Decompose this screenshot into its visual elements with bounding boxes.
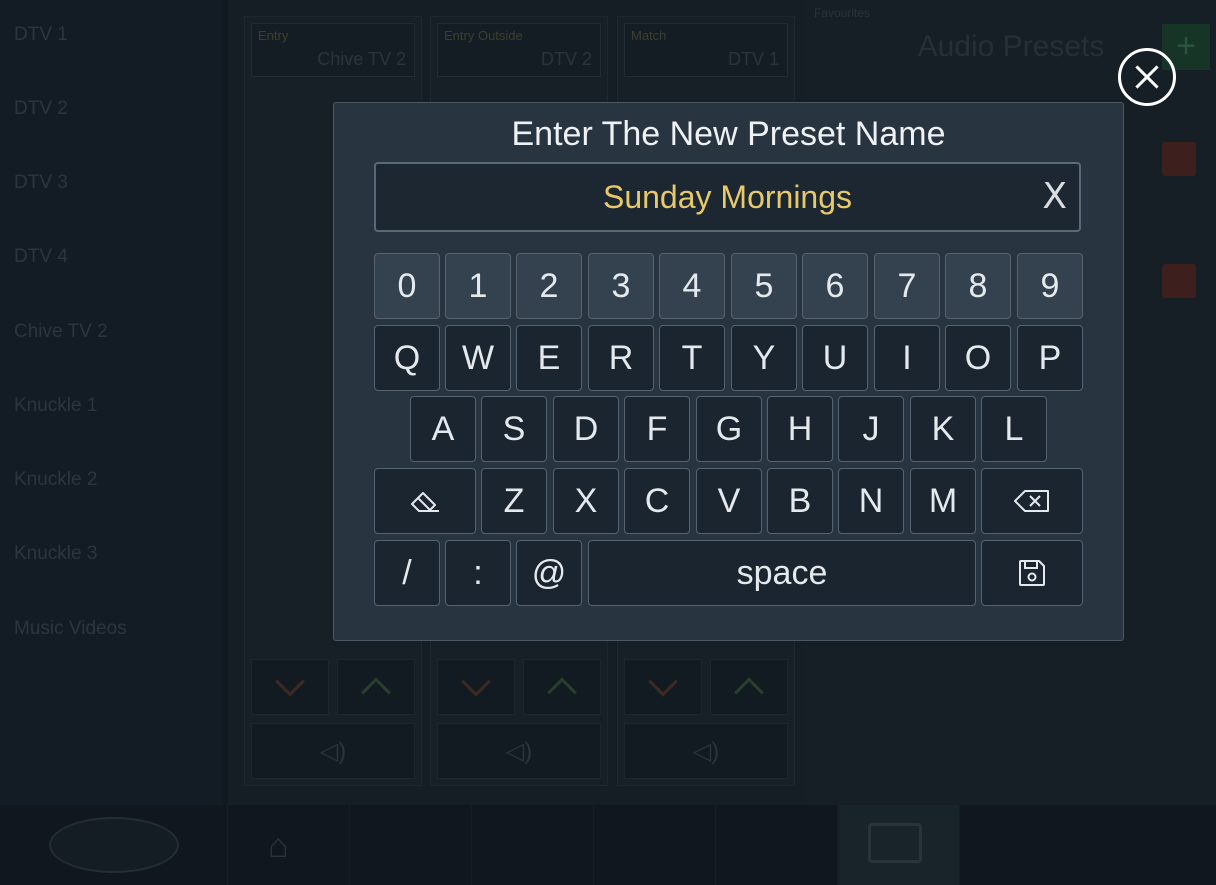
key-i[interactable]: I bbox=[874, 325, 940, 391]
preset-name-dialog: Enter The New Preset Name Sunday Morning… bbox=[333, 102, 1124, 641]
key-at[interactable]: @ bbox=[516, 540, 582, 606]
preset-name-value: Sunday Mornings bbox=[602, 179, 853, 215]
key-8[interactable]: 8 bbox=[945, 253, 1011, 319]
key-w[interactable]: W bbox=[445, 325, 511, 391]
key-7[interactable]: 7 bbox=[874, 253, 940, 319]
key-o[interactable]: O bbox=[945, 325, 1011, 391]
key-1[interactable]: 1 bbox=[445, 253, 511, 319]
save-key[interactable] bbox=[981, 540, 1083, 606]
key-colon[interactable]: : bbox=[445, 540, 511, 606]
space-key[interactable]: space bbox=[588, 540, 976, 606]
key-6[interactable]: 6 bbox=[802, 253, 868, 319]
clear-input-button[interactable]: X bbox=[1042, 176, 1067, 217]
key-q[interactable]: Q bbox=[374, 325, 440, 391]
key-4[interactable]: 4 bbox=[659, 253, 725, 319]
key-p[interactable]: P bbox=[1017, 325, 1083, 391]
key-e[interactable]: E bbox=[516, 325, 582, 391]
key-2[interactable]: 2 bbox=[516, 253, 582, 319]
backspace-key[interactable] bbox=[981, 468, 1083, 534]
backspace-icon bbox=[1014, 490, 1049, 512]
key-5[interactable]: 5 bbox=[731, 253, 797, 319]
key-v[interactable]: V bbox=[696, 468, 762, 534]
key-t[interactable]: T bbox=[659, 325, 725, 391]
key-n[interactable]: N bbox=[838, 468, 904, 534]
key-y[interactable]: Y bbox=[731, 325, 797, 391]
close-dialog-button[interactable] bbox=[1118, 48, 1176, 106]
key-r[interactable]: R bbox=[588, 325, 654, 391]
key-f[interactable]: F bbox=[624, 396, 690, 462]
save-icon bbox=[1019, 560, 1045, 586]
dialog-title: Enter The New Preset Name bbox=[511, 115, 946, 153]
key-slash[interactable]: / bbox=[374, 540, 440, 606]
key-d[interactable]: D bbox=[553, 396, 619, 462]
key-u[interactable]: U bbox=[802, 325, 868, 391]
key-z[interactable]: Z bbox=[481, 468, 547, 534]
key-b[interactable]: B bbox=[767, 468, 833, 534]
key-h[interactable]: H bbox=[767, 396, 833, 462]
key-g[interactable]: G bbox=[696, 396, 762, 462]
clear-all-key[interactable] bbox=[374, 468, 476, 534]
key-k[interactable]: K bbox=[910, 396, 976, 462]
key-l[interactable]: L bbox=[981, 396, 1047, 462]
key-a[interactable]: A bbox=[410, 396, 476, 462]
key-0[interactable]: 0 bbox=[374, 253, 440, 319]
key-s[interactable]: S bbox=[481, 396, 547, 462]
key-9[interactable]: 9 bbox=[1017, 253, 1083, 319]
key-c[interactable]: C bbox=[624, 468, 690, 534]
eraser-icon bbox=[411, 492, 439, 512]
key-x[interactable]: X bbox=[553, 468, 619, 534]
preset-name-input[interactable]: Sunday Mornings X bbox=[374, 162, 1081, 232]
key-m[interactable]: M bbox=[910, 468, 976, 534]
key-3[interactable]: 3 bbox=[588, 253, 654, 319]
key-j[interactable]: J bbox=[838, 396, 904, 462]
